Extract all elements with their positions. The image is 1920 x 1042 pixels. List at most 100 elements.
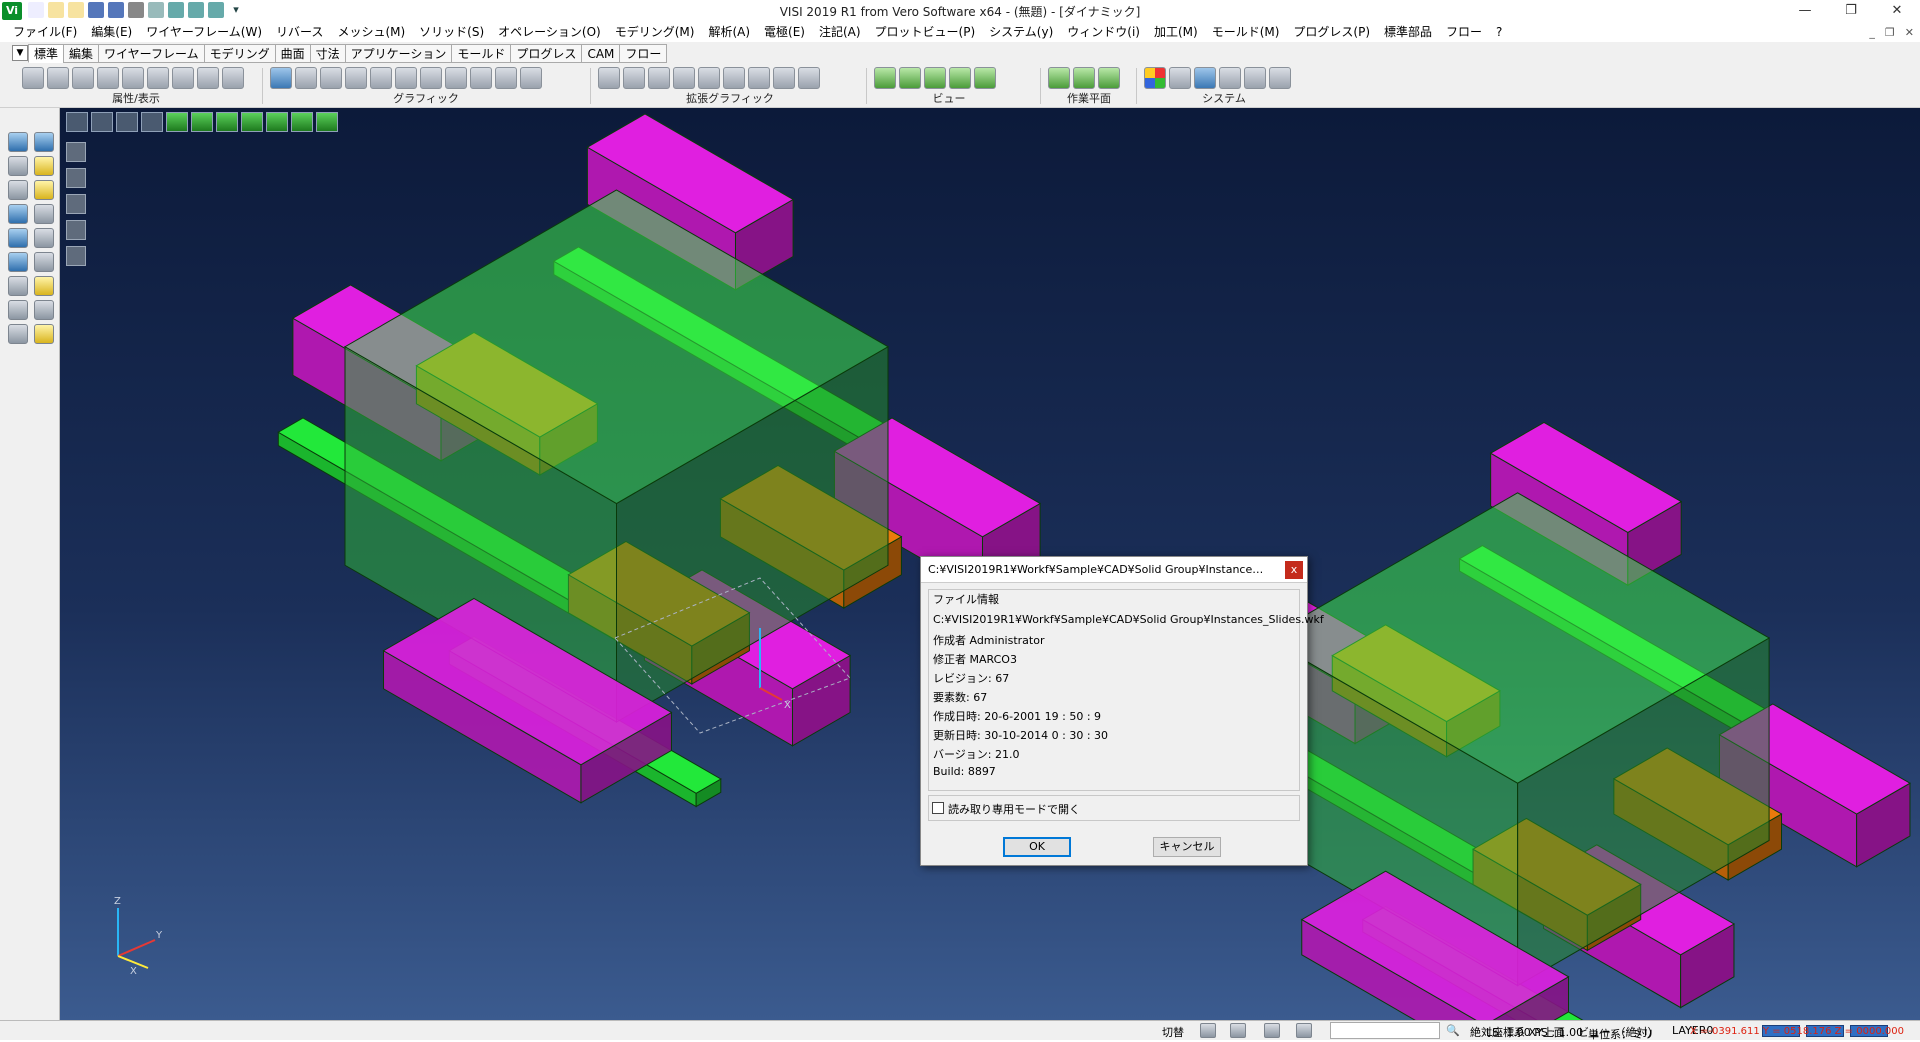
toolbar-tool-icon[interactable] <box>72 67 94 89</box>
menu-item[interactable]: プロットビュー(P) <box>868 22 983 42</box>
ribbon-tab[interactable]: CAM <box>581 44 620 63</box>
view-tool-icon[interactable] <box>66 112 88 132</box>
view-cube-icon[interactable] <box>216 112 238 132</box>
left-tool-icon[interactable] <box>8 324 28 344</box>
menu-item[interactable]: 標準部品 <box>1377 22 1439 42</box>
repeat-icon[interactable] <box>208 2 224 18</box>
zoom-icon[interactable] <box>148 2 164 18</box>
menu-item[interactable]: 電極(E) <box>757 22 812 42</box>
ribbon-tab[interactable]: モールド <box>451 44 511 63</box>
status-layer-icon[interactable] <box>1264 1023 1280 1038</box>
toolbar-tool-icon[interactable] <box>445 67 467 89</box>
minimize-button[interactable]: — <box>1782 0 1828 22</box>
ribbon-tab[interactable]: フロー <box>619 44 668 63</box>
ribbon-dropdown-icon[interactable]: ▼ <box>12 45 28 61</box>
view-cube-icon[interactable] <box>166 112 188 132</box>
menu-item[interactable]: システム(y) <box>982 22 1060 42</box>
toolbar-tool-icon[interactable] <box>1098 67 1120 89</box>
menu-item[interactable]: 解析(A) <box>701 22 757 42</box>
toolbar-tool-icon[interactable] <box>723 67 745 89</box>
toolbar-tool-icon[interactable] <box>899 67 921 89</box>
view-tool-icon[interactable] <box>116 112 138 132</box>
toolbar-tool-icon[interactable] <box>420 67 442 89</box>
menu-item[interactable]: 編集(E) <box>84 22 139 42</box>
toolbar-tool-icon[interactable] <box>623 67 645 89</box>
toolbar-tool-icon[interactable] <box>395 67 417 89</box>
menu-item[interactable]: ? <box>1489 22 1509 42</box>
toolbar-tool-icon[interactable] <box>798 67 820 89</box>
render-mode-icon[interactable] <box>66 246 86 266</box>
menu-item[interactable]: プログレス(P) <box>1286 22 1377 42</box>
toolbar-tool-icon[interactable] <box>495 67 517 89</box>
view-cube-icon[interactable] <box>316 112 338 132</box>
left-tool-icon[interactable] <box>8 228 28 248</box>
toolbar-tool-icon[interactable] <box>97 67 119 89</box>
toolbar-tool-icon[interactable] <box>1048 67 1070 89</box>
redo-icon[interactable] <box>188 2 204 18</box>
menu-item[interactable]: モデリング(M) <box>608 22 702 42</box>
left-tool-icon[interactable] <box>34 204 54 224</box>
view-cube-icon[interactable] <box>266 112 288 132</box>
view-tool-icon[interactable] <box>91 112 113 132</box>
menu-item[interactable]: 加工(M) <box>1147 22 1205 42</box>
toolbar-tool-icon[interactable] <box>1073 67 1095 89</box>
toolbar-tool-icon[interactable] <box>320 67 342 89</box>
ribbon-tab[interactable]: 標準 <box>28 44 64 63</box>
left-tool-icon[interactable] <box>8 204 28 224</box>
customize-dropdown-icon[interactable]: ▾ <box>228 2 244 18</box>
menu-item[interactable]: 注記(A) <box>812 22 868 42</box>
doc-restore-button[interactable]: ❐ <box>1885 26 1895 39</box>
toolbar-tool-icon[interactable] <box>147 67 169 89</box>
menu-item[interactable]: オペレーション(O) <box>491 22 608 42</box>
toolbar-tool-icon[interactable] <box>1244 67 1266 89</box>
ribbon-tab[interactable]: ワイヤーフレーム <box>98 44 204 63</box>
left-tool-icon[interactable] <box>8 276 28 296</box>
ribbon-tab[interactable]: 曲面 <box>274 44 310 63</box>
cancel-button[interactable]: キャンセル <box>1153 837 1221 857</box>
render-mode-icon[interactable] <box>66 220 86 240</box>
toolbar-tool-icon[interactable] <box>172 67 194 89</box>
menu-item[interactable]: ソリッド(S) <box>412 22 491 42</box>
toolbar-tool-icon[interactable] <box>698 67 720 89</box>
toolbar-tool-icon[interactable] <box>47 67 69 89</box>
left-tool-icon[interactable] <box>34 180 54 200</box>
view-tool-icon[interactable] <box>141 112 163 132</box>
left-tool-icon[interactable] <box>34 132 54 152</box>
save-icon[interactable] <box>88 2 104 18</box>
render-mode-icon[interactable] <box>66 142 86 162</box>
view-cube-icon[interactable] <box>291 112 313 132</box>
menu-item[interactable]: ウィンドウ(i) <box>1060 22 1147 42</box>
menu-item[interactable]: メッシュ(M) <box>330 22 412 42</box>
toolbar-tool-icon[interactable] <box>270 67 292 89</box>
left-tool-icon[interactable] <box>8 300 28 320</box>
dialog-close-button[interactable]: x <box>1285 561 1303 579</box>
ribbon-tab[interactable]: モデリング <box>203 44 275 63</box>
toolbar-tool-icon[interactable] <box>370 67 392 89</box>
toolbar-tool-icon[interactable] <box>1144 67 1166 89</box>
left-tool-icon[interactable] <box>34 228 54 248</box>
toolbar-tool-icon[interactable] <box>924 67 946 89</box>
toolbar-tool-icon[interactable] <box>295 67 317 89</box>
open-file-icon[interactable] <box>68 2 84 18</box>
left-tool-icon[interactable] <box>34 156 54 176</box>
menu-item[interactable]: ワイヤーフレーム(W) <box>139 22 269 42</box>
left-tool-icon[interactable] <box>34 300 54 320</box>
toolbar-tool-icon[interactable] <box>748 67 770 89</box>
toolbar-tool-icon[interactable] <box>520 67 542 89</box>
toolbar-tool-icon[interactable] <box>1169 67 1191 89</box>
menu-item[interactable]: ファイル(F) <box>6 22 84 42</box>
toolbar-tool-icon[interactable] <box>974 67 996 89</box>
menu-item[interactable]: フロー <box>1439 22 1489 42</box>
ribbon-tab[interactable]: プログレス <box>510 44 582 63</box>
readonly-checkbox-label[interactable]: 読み取り専用モードで開く <box>948 801 1080 817</box>
toolbar-tool-icon[interactable] <box>470 67 492 89</box>
app-logo[interactable]: Vi <box>2 2 22 20</box>
view-cube-icon[interactable] <box>191 112 213 132</box>
status-snap-icon[interactable] <box>1230 1023 1246 1038</box>
left-tool-icon[interactable] <box>8 156 28 176</box>
ok-button[interactable]: OK <box>1003 837 1071 857</box>
left-tool-icon[interactable] <box>8 132 28 152</box>
doc-close-button[interactable]: ✕ <box>1905 26 1914 39</box>
render-mode-icon[interactable] <box>66 194 86 214</box>
left-tool-icon[interactable] <box>34 276 54 296</box>
